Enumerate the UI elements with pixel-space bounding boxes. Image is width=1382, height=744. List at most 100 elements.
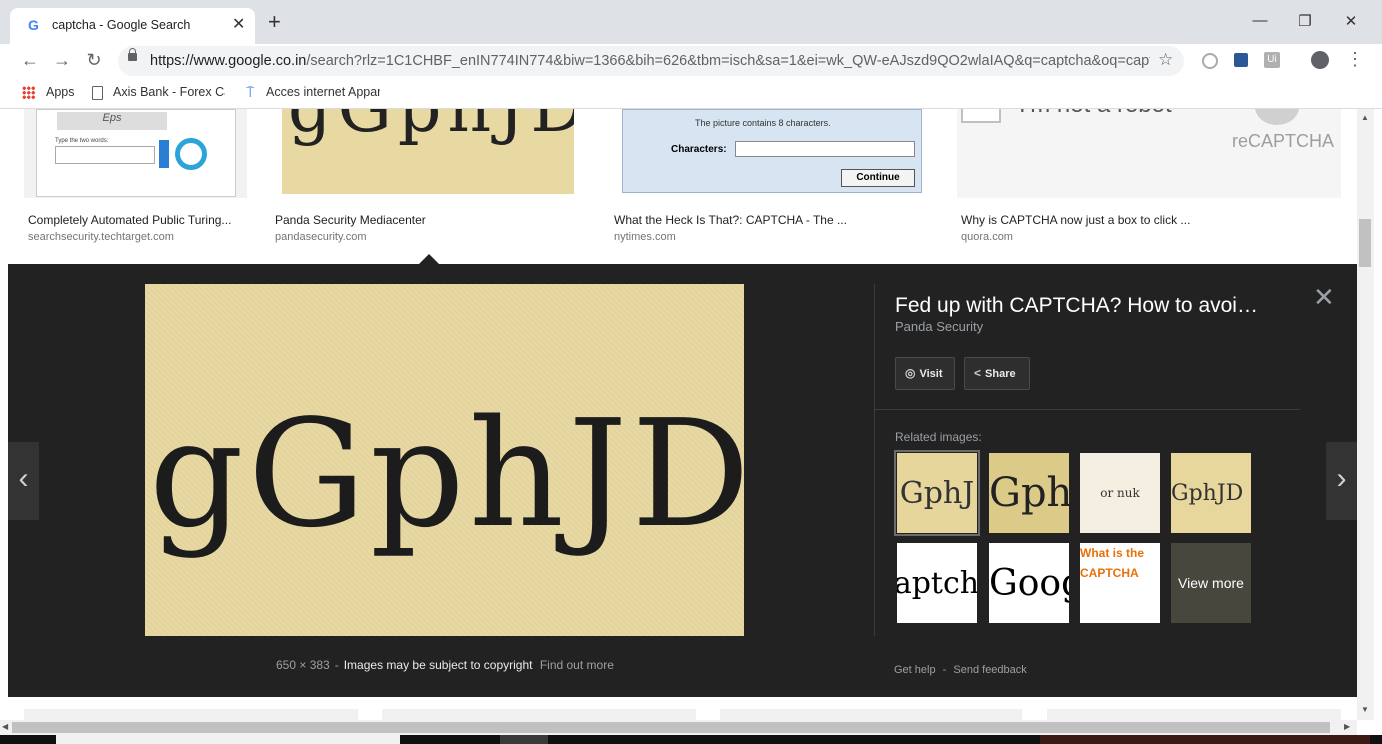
window-close-button[interactable]: ✕ xyxy=(1336,12,1366,30)
address-bar[interactable]: https://www.google.co.in/search?rlz=1C1C… xyxy=(118,46,1184,76)
recaptcha-brand: reCAPTCHA xyxy=(1232,131,1335,151)
share-button[interactable]: < Share xyxy=(964,357,1030,390)
view-more-related[interactable]: View more xyxy=(1171,543,1251,623)
back-button[interactable]: ← xyxy=(18,50,42,71)
tab-close-button[interactable]: ✕ xyxy=(232,14,245,34)
result-thumbnail[interactable]: gGphJD xyxy=(271,109,585,198)
vertical-scroll-thumb[interactable] xyxy=(1359,219,1371,267)
tab-strip: G captcha - Google Search ✕ + — ❐ ✕ xyxy=(0,0,1382,44)
checkbox-preview xyxy=(961,109,1001,123)
preview-source[interactable]: Panda Security xyxy=(895,319,983,334)
copyright-notice: Images may be subject to copyright xyxy=(343,658,533,672)
horizontal-scrollbar[interactable]: ◀ ▶ xyxy=(0,720,1357,735)
restore-button[interactable]: ❐ xyxy=(1290,12,1320,30)
panel-divider xyxy=(874,284,875,636)
captcha-caption: Type the two words: xyxy=(55,138,109,144)
image-dimensions: 650 × 383 xyxy=(276,658,330,672)
result-thumbnail[interactable] xyxy=(720,709,1022,720)
captcha-logo-icon xyxy=(175,138,207,170)
panel-footer: Get help - Send feedback xyxy=(894,664,1027,676)
panel-pointer xyxy=(419,254,439,264)
result-title[interactable]: Panda Security Mediacenter xyxy=(275,213,426,227)
bookmark-apps[interactable]: Apps xyxy=(46,85,75,99)
related-image[interactable]: What is the CAPTCHA xyxy=(1080,543,1160,623)
google-favicon-icon: G xyxy=(28,17,39,33)
panel-divider xyxy=(874,409,1300,410)
find-out-more-link[interactable]: Find out more xyxy=(540,658,614,672)
captcha-input-preview xyxy=(55,146,155,164)
profile-avatar-icon[interactable] xyxy=(1311,51,1329,69)
browser-toolbar: ← → ↻ https://www.google.co.in/search?rl… xyxy=(0,44,1382,78)
browser-tab[interactable]: G captcha - Google Search ✕ xyxy=(10,8,255,44)
related-image[interactable]: or nuk xyxy=(1080,453,1160,533)
result-thumbnail[interactable] xyxy=(1047,709,1341,720)
share-icon: < xyxy=(974,366,982,380)
captcha-input-preview xyxy=(735,141,915,157)
new-tab-button[interactable]: + xyxy=(268,11,281,33)
related-image[interactable]: Gph xyxy=(989,453,1069,533)
result-thumbnail[interactable]: Eps Type the two words: xyxy=(24,109,247,198)
captcha-caption: The picture contains 8 characters. xyxy=(695,118,831,128)
visit-button[interactable]: ◎ Visit xyxy=(895,357,955,390)
result-source: quora.com xyxy=(961,231,1013,243)
image-caption: 650 × 383- Images may be subject to copyr… xyxy=(276,658,614,672)
minimize-button[interactable]: — xyxy=(1245,12,1275,29)
related-image[interactable]: GphJ xyxy=(894,450,980,536)
related-image[interactable]: captcha xyxy=(897,543,977,623)
apps-grid-icon xyxy=(22,86,35,99)
next-image-button[interactable]: › xyxy=(1326,442,1357,520)
result-thumbnail-text: gGphJD xyxy=(288,109,574,148)
recaptcha-logo-icon xyxy=(1255,109,1299,125)
bookmark-internet[interactable]: Acces internet Appar xyxy=(266,85,380,99)
next-results-row xyxy=(0,697,1357,720)
result-thumbnail[interactable] xyxy=(382,709,696,720)
taskbar-tray xyxy=(1040,735,1370,744)
robot-label-preview: I'm not a robot xyxy=(1019,109,1172,119)
horizontal-scroll-thumb[interactable] xyxy=(12,722,1330,733)
captcha-continue-preview: Continue xyxy=(841,169,915,187)
captcha-image-text: gGphJD xyxy=(149,388,744,560)
scroll-left-arrow-icon[interactable]: ◀ xyxy=(2,722,8,731)
os-taskbar xyxy=(0,735,1382,744)
result-source: nytimes.com xyxy=(614,231,676,243)
result-title[interactable]: Why is CAPTCHA now just a box to click .… xyxy=(961,213,1190,227)
preview-title[interactable]: Fed up with CAPTCHA? How to avoi… xyxy=(895,294,1285,318)
taskbar-search-box[interactable] xyxy=(56,735,400,744)
result-source: pandasecurity.com xyxy=(275,231,367,243)
close-preview-button[interactable]: ✕ xyxy=(1313,282,1335,313)
result-thumbnail[interactable]: The picture contains 8 characters. Chara… xyxy=(610,109,933,198)
bookmark-star-icon[interactable]: ☆ xyxy=(1158,50,1173,70)
page-icon xyxy=(92,86,103,100)
globe-icon: ◎ xyxy=(905,366,916,380)
extension-ui-icon[interactable]: Ui xyxy=(1264,52,1280,68)
lock-icon[interactable] xyxy=(128,48,137,61)
result-title[interactable]: Completely Automated Public Turing... xyxy=(28,213,231,227)
extension-pocket-icon[interactable] xyxy=(1234,53,1248,67)
scroll-right-arrow-icon[interactable]: ▶ xyxy=(1344,722,1350,731)
bookmarks-bar: Apps Axis Bank - Forex Car ⍑ Acces inter… xyxy=(0,78,1382,109)
result-thumbnail[interactable]: I'm not a robot reCAPTCHA xyxy=(957,109,1341,198)
scroll-down-arrow-icon[interactable]: ▼ xyxy=(1361,705,1369,714)
previous-image-button[interactable]: ‹ xyxy=(8,442,39,520)
image-results-row: Eps Type the two words: Completely Autom… xyxy=(0,109,1357,263)
bookmark-axis-bank[interactable]: Axis Bank - Forex Car xyxy=(113,85,225,99)
related-images-label: Related images: xyxy=(895,430,982,444)
menu-kebab-icon[interactable]: ⋮ xyxy=(1346,49,1364,70)
send-feedback-link[interactable]: Send feedback xyxy=(953,664,1026,676)
result-title[interactable]: What the Heck Is That?: CAPTCHA - The ..… xyxy=(614,213,847,227)
tab-title: captcha - Google Search xyxy=(52,18,191,32)
preview-image[interactable]: gGphJD xyxy=(145,284,744,636)
reload-button[interactable]: ↻ xyxy=(82,50,106,71)
forward-button[interactable]: → xyxy=(50,50,74,71)
result-thumbnail[interactable] xyxy=(24,709,358,720)
captcha-field-label: Characters: xyxy=(671,144,727,155)
vertical-scrollbar[interactable]: ▲ ▼ xyxy=(1357,109,1374,720)
url-text[interactable]: https://www.google.co.in/search?rlz=1C1C… xyxy=(150,53,1150,69)
taskbar-app[interactable] xyxy=(500,735,548,744)
result-source: searchsecurity.techtarget.com xyxy=(28,231,174,243)
scroll-up-arrow-icon[interactable]: ▲ xyxy=(1361,113,1369,122)
get-help-link[interactable]: Get help xyxy=(894,664,936,676)
related-image[interactable]: GphJD xyxy=(1171,453,1251,533)
extension-circle-icon[interactable] xyxy=(1202,53,1218,69)
related-image[interactable]: Google xyxy=(989,543,1069,623)
